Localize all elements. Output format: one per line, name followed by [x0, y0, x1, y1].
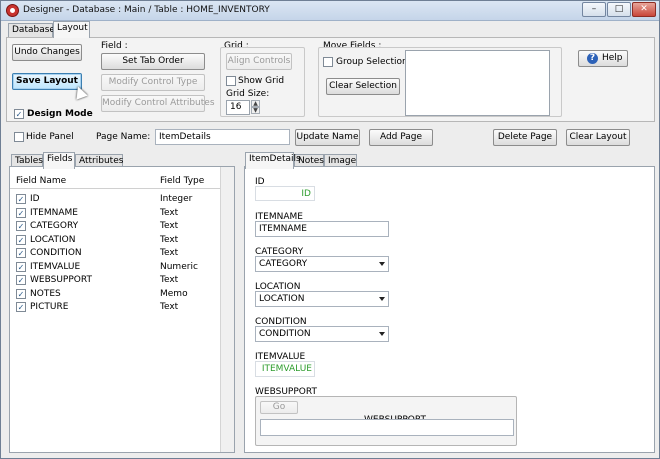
- field-visible-checkbox[interactable]: ✓: [16, 275, 26, 285]
- table-row[interactable]: ✓ CONDITION Text: [10, 247, 234, 260]
- show-grid-label: Show Grid: [238, 76, 285, 86]
- show-grid-checkbox[interactable]: [226, 76, 236, 86]
- table-row[interactable]: ✓ LOCATION Text: [10, 234, 234, 247]
- field-name-cell: ITEMVALUE: [30, 261, 81, 272]
- window-title: Designer - Database : Main / Table : HOM…: [23, 5, 270, 15]
- fields-scrollbar[interactable]: [220, 167, 234, 452]
- field-name-cell: PICTURE: [30, 302, 69, 312]
- id-field[interactable]: ID: [255, 186, 315, 201]
- field-type-cell: Memo: [160, 288, 188, 299]
- field-name-cell: LOCATION: [30, 234, 76, 245]
- clear-selection-button[interactable]: Clear Selection: [326, 78, 400, 95]
- table-row[interactable]: ✓ ID Integer: [10, 193, 234, 206]
- field-type-cell: Integer: [160, 194, 193, 204]
- location-combo[interactable]: LOCATION: [255, 291, 389, 307]
- table-row[interactable]: ✓ WEBSUPPORT Text: [10, 274, 234, 287]
- tab-fields[interactable]: Fields: [43, 152, 75, 169]
- field-visible-checkbox[interactable]: ✓: [16, 234, 26, 245]
- hide-panel-checkbox[interactable]: [14, 132, 24, 142]
- condition-combo[interactable]: CONDITION: [255, 326, 389, 342]
- modify-control-type-button[interactable]: Modify Control Type: [101, 74, 205, 91]
- field-type-cell: Text: [160, 248, 179, 258]
- field-type-cell: Numeric: [160, 261, 198, 272]
- table-row[interactable]: ✓ ITEMVALUE Numeric: [10, 261, 234, 274]
- field-visible-checkbox[interactable]: ✓: [16, 302, 26, 312]
- hide-panel-label: Hide Panel: [26, 132, 74, 142]
- field-visible-checkbox[interactable]: ✓: [16, 194, 26, 204]
- designer-toolbar: Undo Changes Save Layout ✓ Design Mode F…: [6, 37, 655, 122]
- move-fields-listbox[interactable]: [405, 50, 550, 116]
- itemvalue-field[interactable]: ITEMVALUE: [255, 361, 315, 377]
- set-tab-order-button[interactable]: Set Tab Order: [101, 53, 205, 70]
- update-name-button[interactable]: Update Name: [295, 129, 360, 146]
- grid-size-up-button[interactable]: ▲: [251, 100, 260, 107]
- grid-size-down-button[interactable]: ▼: [251, 107, 260, 114]
- delete-page-button[interactable]: Delete Page: [493, 129, 557, 146]
- category-combo-value: CATEGORY: [259, 259, 308, 269]
- field-visible-checkbox[interactable]: ✓: [16, 261, 26, 272]
- field-type-cell: Text: [160, 275, 179, 285]
- table-row[interactable]: ✓ NOTES Memo: [10, 288, 234, 301]
- chevron-down-icon: [379, 332, 385, 336]
- align-controls-button[interactable]: Align Controls: [226, 53, 292, 70]
- field-name-cell: CONDITION: [30, 248, 82, 258]
- design-mode-checkbox[interactable]: ✓: [14, 109, 24, 119]
- itemname-field[interactable]: ITEMNAME: [255, 221, 389, 237]
- tab-database[interactable]: Database: [8, 23, 55, 38]
- column-header-field-name: Field Name: [16, 176, 67, 186]
- page-name-input[interactable]: ItemDetails: [155, 129, 290, 145]
- location-combo-value: LOCATION: [259, 294, 305, 304]
- tab-layout[interactable]: Layout: [53, 21, 90, 38]
- add-page-button[interactable]: Add Page: [369, 129, 433, 146]
- category-combo[interactable]: CATEGORY: [255, 256, 389, 272]
- table-row[interactable]: ✓ CATEGORY Text: [10, 220, 234, 233]
- field-visible-checkbox[interactable]: ✓: [16, 248, 26, 258]
- field-name-cell: NOTES: [30, 288, 61, 299]
- field-name-cell: CATEGORY: [30, 221, 79, 231]
- table-row[interactable]: ✓ ITEMNAME Text: [10, 207, 234, 220]
- help-question-icon: ?: [587, 53, 598, 64]
- field-name-cell: ITEMNAME: [30, 207, 78, 218]
- condition-combo-value: CONDITION: [259, 329, 311, 339]
- design-mode-label: Design Mode: [27, 109, 93, 119]
- field-name-cell: ID: [30, 194, 40, 204]
- help-label: Help: [602, 53, 623, 63]
- field-visible-checkbox[interactable]: ✓: [16, 207, 26, 218]
- minimize-button[interactable]: –: [582, 2, 606, 17]
- chevron-down-icon: [379, 297, 385, 301]
- column-header-field-type: Field Type: [160, 176, 205, 186]
- title-bar: Designer - Database : Main / Table : HOM…: [1, 1, 659, 21]
- table-row[interactable]: ✓ PICTURE Text: [10, 301, 234, 314]
- fields-panel: Field Name Field Type ✓ ID Integer ✓ ITEMNAM…: [9, 166, 235, 453]
- maximize-button[interactable]: □: [607, 2, 631, 17]
- field-type-cell: Text: [160, 207, 179, 218]
- page-name-label: Page Name:: [96, 132, 151, 142]
- go-button[interactable]: Go: [260, 401, 298, 414]
- field-group-label: Field :: [101, 41, 128, 51]
- tab-itemdetails[interactable]: ItemDetails: [245, 152, 301, 169]
- close-button[interactable]: ✕: [632, 2, 656, 17]
- group-selection-checkbox[interactable]: [323, 57, 333, 67]
- designer-window: Designer - Database : Main / Table : HOM…: [0, 0, 660, 459]
- grid-size-label: Grid Size:: [226, 89, 270, 99]
- chevron-down-icon: [379, 262, 385, 266]
- fields-table-header: Field Name Field Type: [10, 175, 234, 189]
- clear-layout-button[interactable]: Clear Layout: [566, 129, 630, 146]
- websupport-url-field[interactable]: [260, 419, 514, 436]
- websupport-browser: Go WEBSUPPORT: [255, 396, 517, 446]
- grid-size-input[interactable]: 16: [226, 100, 250, 115]
- form-canvas: ID ID ITEMNAME ITEMNAME CATEGORY CATEGOR…: [244, 166, 655, 453]
- field-type-cell: Text: [160, 302, 179, 312]
- undo-changes-button[interactable]: Undo Changes: [12, 44, 82, 61]
- app-logo-icon: [6, 4, 19, 17]
- modify-control-attributes-button[interactable]: Modify Control Attributes: [101, 95, 215, 112]
- field-type-cell: Text: [160, 234, 179, 245]
- help-button[interactable]: ? Help: [578, 50, 628, 67]
- field-name-cell: WEBSUPPORT: [30, 275, 92, 285]
- field-visible-checkbox[interactable]: ✓: [16, 288, 26, 299]
- field-type-cell: Text: [160, 221, 179, 231]
- field-visible-checkbox[interactable]: ✓: [16, 221, 26, 231]
- group-selection-label: Group Selection: [336, 57, 408, 67]
